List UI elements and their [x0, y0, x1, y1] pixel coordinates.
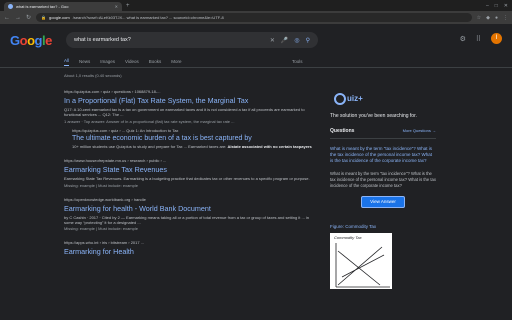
search-result: https://openknowledge.worldbank.org › ha… — [64, 197, 314, 232]
apps-grid-icon[interactable]: ⠿ — [476, 35, 481, 43]
figure-graph — [335, 243, 390, 288]
result-meta: Missing: example | Must include: example — [64, 182, 138, 188]
search-tabs: All News Images Videos Books More Tools — [0, 56, 512, 68]
google-favicon-icon — [8, 4, 13, 9]
result-title[interactable]: Earmarking for Health — [64, 247, 314, 256]
questions-label: Questions — [330, 128, 355, 134]
search-box[interactable]: what is earmarked tax? ✕ 🎤 ◎ ⚲ — [66, 32, 318, 48]
close-window-icon[interactable]: ✕ — [504, 2, 508, 11]
address-bar[interactable]: 🔒 google.com /search?sxsrf=ALeKk03TJX...… — [36, 13, 472, 22]
tab-books[interactable]: Books — [149, 59, 162, 64]
sub-snippet-text: 10+ million students use Quizplus to stu… — [72, 143, 228, 149]
sub-result-source[interactable]: https://quizplus.com › quiz › ... Quiz 1… — [72, 128, 314, 133]
reload-icon[interactable]: ↻ — [26, 14, 31, 21]
search-icon[interactable]: ⚲ — [306, 37, 310, 44]
sub-result-title[interactable]: The ultimate economic burden of a tax is… — [72, 135, 314, 142]
figure-inner-title: Commodity Tax — [334, 235, 362, 241]
search-result: https://apps.who.int › iris › bitstream … — [64, 240, 314, 256]
window-controls: – □ ✕ — [486, 2, 512, 11]
tab-all[interactable]: All — [64, 58, 70, 66]
search-result: https://quizplus.com › quiz › questions … — [64, 89, 314, 149]
result-source[interactable]: https://www.houseofrepstate.mn.us › rese… — [64, 158, 314, 163]
panel-tagline: The solution you've been searching for. — [330, 113, 417, 119]
view-answer-button[interactable]: View Answer — [361, 196, 405, 209]
result-title[interactable]: In a Proportional (Flat) Tax Rate System… — [64, 96, 314, 105]
voice-search-icon[interactable]: 🎤 — [281, 37, 288, 44]
result-source[interactable]: https://quizplus.com › quiz › questions … — [64, 89, 314, 94]
url-host: google.com — [49, 15, 70, 20]
result-source[interactable]: https://apps.who.int › iris › bitstream … — [64, 240, 314, 245]
questions-header: Questions More Questions → — [330, 128, 436, 139]
minimize-icon[interactable]: – — [486, 2, 489, 11]
quiz-q-icon — [334, 93, 346, 105]
result-source[interactable]: https://openknowledge.worldbank.org › ha… — [64, 197, 314, 202]
result-title[interactable]: Earmarking for health - World Bank Docum… — [64, 204, 314, 213]
extensions-icon[interactable]: ◆ — [486, 15, 490, 21]
clear-icon[interactable]: ✕ — [270, 37, 275, 44]
result-meta: Missing: example | Must include: example — [64, 226, 138, 232]
tab-title: what is earmarked tax? - Goo — [16, 4, 69, 9]
tab-more[interactable]: More — [171, 59, 181, 64]
maximize-icon[interactable]: □ — [495, 2, 498, 11]
more-questions-link[interactable]: More Questions → — [403, 128, 436, 134]
result-stats: About 1,0 results (0.40 seconds) — [64, 73, 122, 78]
sub-snippet-bold: Alstate associated with no certain taxpa… — [227, 143, 312, 149]
new-tab-icon[interactable]: + — [126, 2, 130, 11]
close-tab-icon[interactable]: ✕ — [115, 4, 118, 9]
question-text: What is meant by the term "tax incidence… — [330, 171, 436, 188]
google-header: Google what is earmarked tax? ✕ 🎤 ◎ ⚲ ⚙ … — [0, 24, 512, 56]
quizplus-panel: uiz+ The solution you've been searching … — [330, 89, 436, 290]
header-right: ⚙ ⠿ I — [460, 33, 502, 44]
result-meta: 1 answer · Top answer: Answer of In a pr… — [64, 118, 235, 124]
browser-tab[interactable]: what is earmarked tax? - Goo ✕ — [4, 2, 122, 11]
quizplus-logo: uiz+ — [334, 89, 370, 111]
forward-icon[interactable]: → — [15, 15, 21, 21]
search-input[interactable]: what is earmarked tax? — [74, 37, 264, 43]
quiz-logo-text: uiz+ — [347, 94, 363, 103]
back-icon[interactable]: ← — [4, 15, 10, 21]
result-title[interactable]: Earmarking State Tax Revenues — [64, 165, 314, 174]
question-link[interactable]: What is meant by the term "tax incidence… — [330, 146, 436, 164]
tools-button[interactable]: Tools — [292, 59, 303, 64]
sub-result-snippet: 10+ million students use Quizplus to stu… — [72, 144, 314, 149]
lock-icon: 🔒 — [41, 15, 47, 20]
settings-gear-icon[interactable]: ⚙ — [460, 35, 466, 43]
result-snippet: by C Cashin · 2017 · Cited by 2 — Earmar… — [64, 214, 310, 226]
google-logo[interactable]: Google — [10, 33, 54, 48]
lens-icon[interactable]: ◎ — [294, 37, 299, 44]
figure-title[interactable]: Figure: Commodity Tax — [330, 224, 436, 229]
tab-news[interactable]: News — [79, 59, 90, 64]
results-list: https://quizplus.com › quiz › questions … — [64, 89, 314, 265]
result-snippet: Earmarking State Tax Revenues. Earmarkin… — [64, 176, 310, 182]
profile-icon[interactable]: ● — [495, 15, 498, 21]
bookmark-star-icon[interactable]: ☆ — [477, 15, 481, 21]
browser-toolbar: ← → ↻ 🔒 google.com /search?sxsrf=ALeKk03… — [0, 11, 512, 24]
tab-videos[interactable]: Videos — [125, 59, 139, 64]
url-rest: /search?sxsrf=ALeKk03TJX... what is earm… — [72, 15, 224, 20]
browser-tab-strip: what is earmarked tax? - Goo ✕ + – □ ✕ — [0, 0, 512, 11]
toolbar-icons: ☆ ◆ ● ⋮ — [477, 15, 508, 21]
search-result: https://www.houseofrepstate.mn.us › rese… — [64, 158, 314, 187]
tab-images[interactable]: Images — [100, 59, 115, 64]
avatar[interactable]: I — [491, 33, 502, 44]
menu-dots-icon[interactable]: ⋮ — [503, 15, 508, 21]
result-snippet: Q17: A 10-cent earmarked tax is a tax on… — [64, 107, 305, 118]
sub-result: https://quizplus.com › quiz › ... Quiz 1… — [72, 128, 314, 149]
commodity-tax-figure: Commodity Tax — [330, 233, 392, 290]
